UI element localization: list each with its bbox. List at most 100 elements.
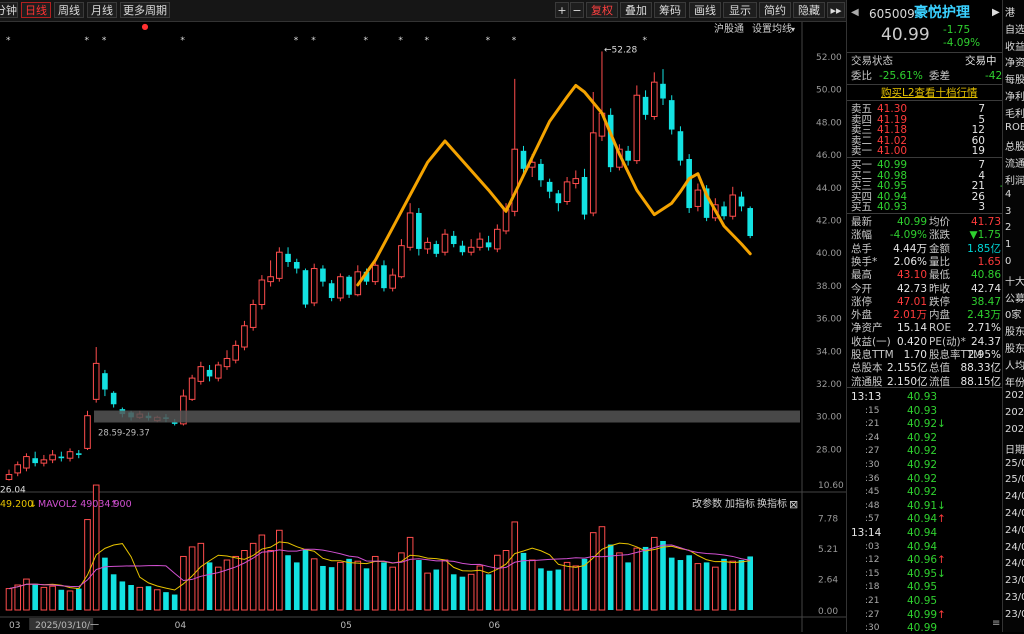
f10-strip-item[interactable]: 25/0: [1005, 474, 1024, 485]
zoom-out-button[interactable]: −: [570, 2, 584, 18]
f10-strip-item[interactable]: 股东: [1005, 323, 1024, 338]
ma-setting-button[interactable]: 设置均线: [752, 22, 792, 35]
f10-strip-item[interactable]: 港: [1005, 4, 1015, 19]
close-indicator-icon[interactable]: ⊠: [789, 498, 798, 511]
price-change-percent: -4.09%: [943, 37, 981, 49]
quote-panel: ◀ 605009 豪悦护理 ▶ 40.99 -1.75 -4.09% 交易状态 …: [846, 0, 1024, 634]
f10-strip-item[interactable]: 总股: [1005, 138, 1024, 153]
candle-body-up: [310, 268, 318, 304]
price-tick-label: 44.00: [816, 184, 842, 194]
f10-strip-item[interactable]: 3: [1005, 206, 1011, 217]
tick-list-menu-icon[interactable]: ≡: [992, 618, 1000, 630]
simple-button[interactable]: 简约: [759, 2, 791, 18]
f10-strip-item[interactable]: 23/0: [1005, 592, 1024, 603]
f10-strip-item[interactable]: 1: [1005, 239, 1011, 250]
add-indicator-button[interactable]: 加指标: [725, 497, 755, 510]
chips-button[interactable]: 筹码: [654, 2, 686, 18]
candle-body-up: [441, 233, 449, 253]
f10-strip-item[interactable]: 4: [1005, 189, 1011, 200]
tick-price: 40.92: [907, 459, 938, 471]
f10-strip-item[interactable]: 24/0: [1005, 542, 1024, 553]
price-tick-label: 32.00: [816, 380, 842, 390]
event-star-icon: *: [643, 36, 648, 46]
price-tick-label: 36.00: [816, 315, 842, 325]
f10-strip-item[interactable]: 利润: [1005, 172, 1024, 187]
volume-bar-down: [581, 558, 588, 610]
f10-strip-item[interactable]: 24/0: [1005, 558, 1024, 569]
candle-body-up: [188, 377, 196, 400]
f10-strip-item[interactable]: 自选: [1005, 21, 1024, 36]
f10-strip-item[interactable]: 2027: [1005, 390, 1024, 401]
zoom-in-button[interactable]: +: [555, 2, 569, 18]
candle-body-down: [721, 206, 727, 217]
hide-button[interactable]: 隐藏: [793, 2, 825, 18]
f10-strip-item[interactable]: 23/0: [1005, 575, 1024, 586]
volume-bar-down: [320, 565, 326, 610]
f10-strip-item[interactable]: 公募: [1005, 290, 1024, 305]
f10-strip-item[interactable]: 十大: [1005, 273, 1024, 288]
stat-value: 2.95%: [967, 349, 1001, 361]
f10-strip-item[interactable]: 2: [1005, 222, 1011, 233]
f10-strip-item[interactable]: ROE: [1005, 122, 1024, 133]
candle-body-up: [84, 415, 91, 449]
candle-body-down: [459, 245, 466, 253]
period-week-button[interactable]: 周线: [54, 2, 84, 18]
f10-strip-item[interactable]: 股东: [1005, 340, 1024, 355]
f10-strip-item[interactable]: 2025: [1005, 424, 1024, 435]
f10-strip-item[interactable]: 每股: [1005, 71, 1024, 86]
f10-strip-item[interactable]: 流通: [1005, 155, 1024, 170]
expand-arrows-button[interactable]: ▸▸: [827, 2, 845, 18]
volume-bar-down: [747, 556, 753, 610]
bid-volume: 3: [978, 201, 985, 214]
period-minute-button[interactable]: 分钟: [0, 2, 18, 18]
f10-strip-item[interactable]: 净利: [1005, 88, 1024, 103]
stat-label: 总值: [929, 362, 950, 375]
stat-value: 42.73: [896, 282, 927, 295]
f10-strip-item[interactable]: 24/0: [1005, 491, 1024, 502]
f10-strip-item[interactable]: 2026: [1005, 407, 1024, 418]
f10-strip-item[interactable]: 毛利: [1005, 105, 1024, 120]
f10-strip-item[interactable]: 日期: [1005, 441, 1024, 456]
f10-strip-item[interactable]: 年份: [1005, 374, 1024, 389]
volume-bar-down: [128, 585, 134, 610]
volume-bar-up: [258, 534, 266, 611]
kline-chart[interactable]: * * * * * * * * * * * * 28.59-29.37 ←52.28 26.04 52.0…: [0, 22, 846, 632]
f10-strip-item[interactable]: 0家: [1005, 306, 1021, 321]
f10-strip-item[interactable]: 24/0: [1005, 508, 1024, 519]
tick-direction-icon: ↑: [937, 513, 946, 526]
f10-strip-item[interactable]: 人均: [1005, 357, 1024, 372]
f10-strip-item[interactable]: 净资: [1005, 54, 1024, 69]
vol-down-arrow-icon: ↓: [29, 499, 37, 510]
change-params-button[interactable]: 改参数: [692, 497, 722, 510]
period-day-button[interactable]: 日线: [21, 2, 51, 18]
candle-body-up: [476, 238, 484, 248]
tick-time: :21: [865, 419, 880, 430]
adjust-button[interactable]: 复权: [586, 2, 618, 18]
f10-strip-item[interactable]: 25/0: [1005, 458, 1024, 469]
overlay-button[interactable]: 叠加: [620, 2, 652, 18]
volume-bar-up: [40, 586, 48, 611]
f10-strip-item[interactable]: 24/0: [1005, 525, 1024, 536]
weicha-value: -42: [985, 70, 1003, 82]
f10-strip-item[interactable]: 23/0: [1005, 609, 1024, 620]
volume-tick-label: 5.21: [818, 545, 838, 555]
last-price: 40.99: [881, 25, 930, 45]
period-month-button[interactable]: 月线: [87, 2, 117, 18]
f10-strip-item[interactable]: 0: [1005, 256, 1011, 267]
more-periods-button[interactable]: 更多周期●: [120, 2, 170, 31]
stat-label: ROE: [929, 322, 952, 335]
display-button[interactable]: 显示: [723, 2, 757, 18]
collapse-arrow-icon[interactable]: ◀: [851, 7, 859, 19]
stat-value: 2.43万: [967, 309, 1001, 322]
draw-line-button[interactable]: 画线: [689, 2, 721, 18]
next-stock-arrow-icon[interactable]: ▶: [992, 7, 1000, 19]
switch-indicator-button[interactable]: 换指标: [757, 497, 787, 510]
stat-label: 换手*: [851, 255, 878, 268]
l2-upgrade-link[interactable]: 购买L2查看十档行情: [881, 87, 978, 99]
f10-strip-item[interactable]: 收益: [1005, 38, 1024, 53]
volume-bar-down: [450, 574, 457, 610]
candle-body-up: [502, 209, 510, 232]
tick-direction-icon: ↑: [937, 554, 946, 567]
volume-tick-label: 0.00: [818, 607, 838, 617]
candle-body-up: [223, 357, 231, 368]
